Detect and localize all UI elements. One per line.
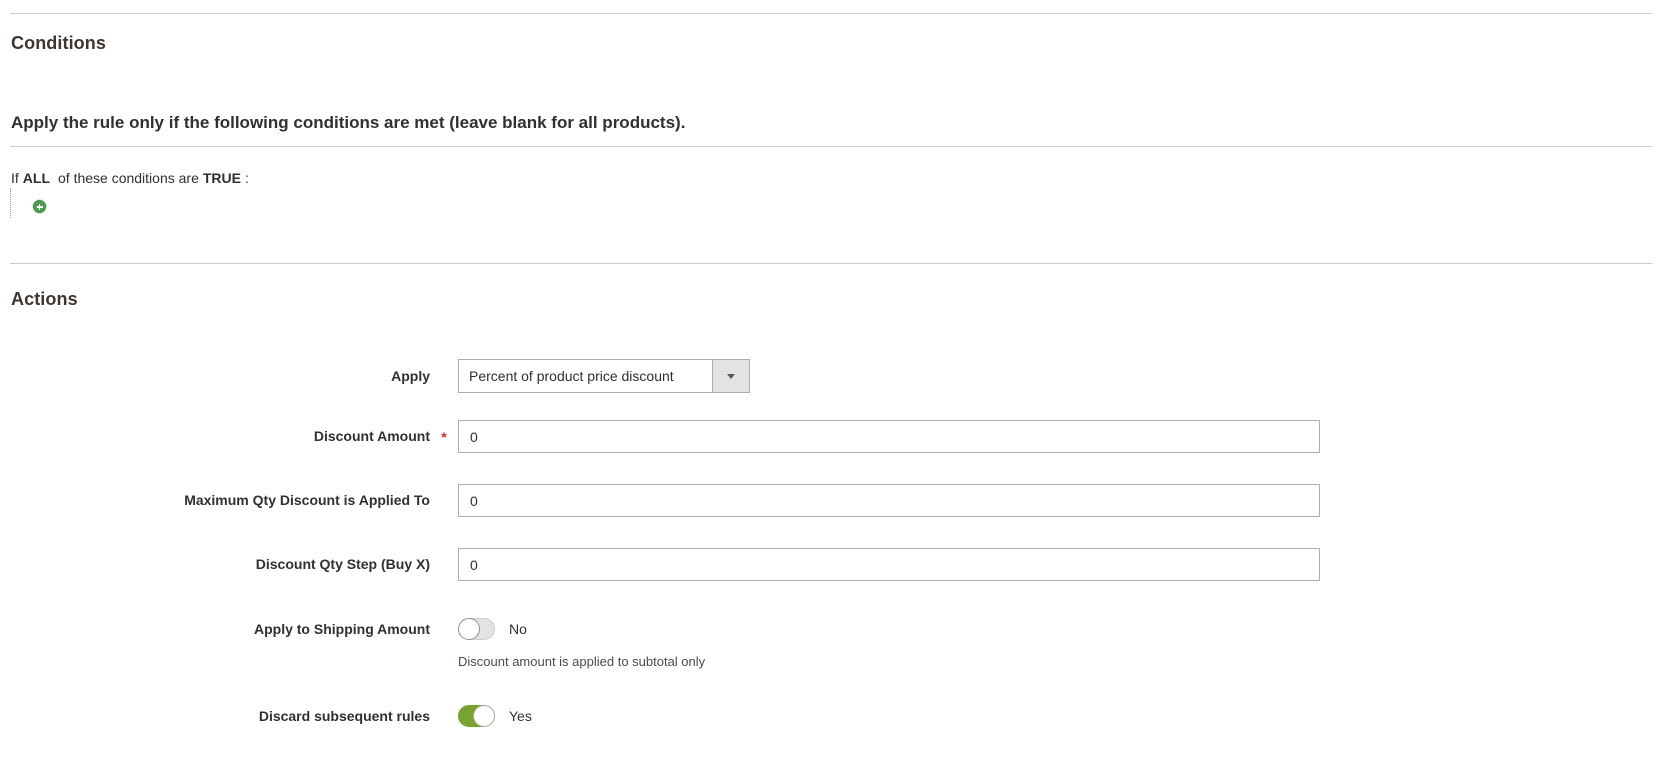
required-asterisk: * — [430, 429, 458, 445]
max-qty-row: Maximum Qty Discount is Applied To — [0, 484, 1320, 517]
apply-select[interactable]: Percent of product price discount — [458, 359, 750, 393]
apply-to-shipping-row: Apply to Shipping Amount No — [0, 618, 527, 640]
discard-rules-toggle[interactable] — [458, 705, 495, 727]
apply-select-value: Percent of product price discount — [459, 368, 712, 384]
apply-to-shipping-toggle[interactable] — [458, 618, 495, 640]
chevron-down-icon — [727, 374, 735, 379]
qty-step-label: Discount Qty Step (Buy X) — [0, 556, 430, 573]
sections-divider — [10, 263, 1652, 264]
qty-step-input[interactable] — [458, 548, 1320, 581]
discount-amount-row: Discount Amount * — [0, 420, 1320, 453]
conditions-section-title: Conditions — [11, 33, 106, 54]
add-condition-button[interactable] — [33, 199, 48, 214]
max-qty-label: Maximum Qty Discount is Applied To — [0, 492, 430, 509]
cart-price-rule-form: Conditions Apply the rule only if the fo… — [0, 0, 1661, 763]
conditions-legend: Apply the rule only if the following con… — [11, 113, 685, 133]
rule-aggregator-all[interactable]: ALL — [23, 170, 50, 186]
rule-value-true[interactable]: TRUE — [203, 170, 241, 186]
discard-rules-state: Yes — [509, 708, 532, 724]
discount-amount-input[interactable] — [458, 420, 1320, 453]
rule-prefix: If — [11, 170, 19, 186]
discard-rules-row: Discard subsequent rules Yes — [0, 705, 532, 727]
apply-to-shipping-label: Apply to Shipping Amount — [0, 621, 430, 638]
top-divider — [10, 13, 1652, 14]
apply-to-shipping-state: No — [509, 621, 527, 637]
apply-select-arrow-button[interactable] — [712, 360, 749, 392]
discard-rules-label: Discard subsequent rules — [0, 708, 430, 725]
max-qty-input[interactable] — [458, 484, 1320, 517]
toggle-knob — [473, 705, 495, 727]
condition-rule-line: IfALL of these conditions areTRUE: — [11, 170, 249, 186]
legend-divider — [10, 146, 1652, 147]
actions-section-title: Actions — [11, 289, 78, 310]
rule-suffix: : — [245, 170, 249, 186]
toggle-knob — [458, 618, 480, 640]
apply-row: Apply Percent of product price discount — [0, 359, 750, 393]
shipping-note: Discount amount is applied to subtotal o… — [458, 654, 705, 669]
rule-tree-guide — [10, 188, 11, 218]
rule-middle: of these conditions are — [58, 170, 199, 186]
add-plus-icon — [33, 200, 46, 213]
qty-step-row: Discount Qty Step (Buy X) — [0, 548, 1320, 581]
discount-amount-label: Discount Amount — [0, 428, 430, 445]
apply-label: Apply — [0, 368, 430, 385]
